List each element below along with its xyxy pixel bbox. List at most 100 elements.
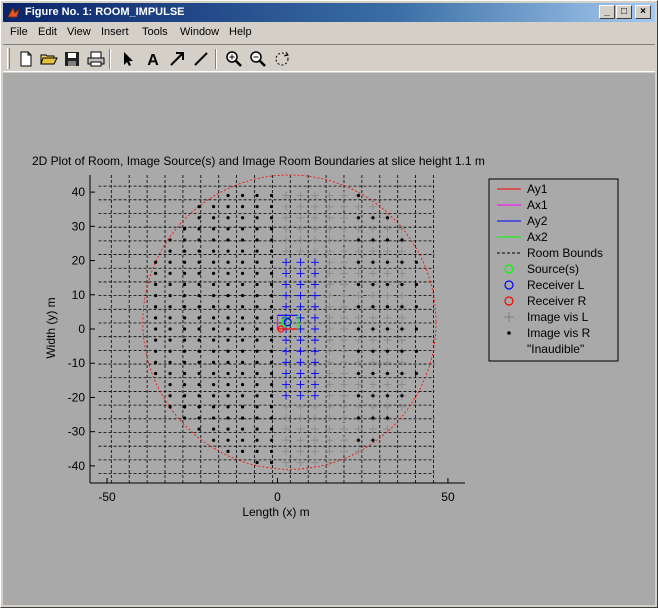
image-vis-r-marker	[197, 249, 201, 253]
image-vis-r-marker	[255, 438, 259, 442]
image-vis-r-marker	[197, 394, 201, 398]
image-vis-r-marker	[211, 282, 216, 287]
image-vis-r-marker	[255, 305, 259, 309]
image-vis-r-marker	[400, 260, 404, 264]
image-vis-r-marker	[183, 227, 187, 231]
figure-canvas: 2D Plot of Room, Image Source(s) and Ima…	[3, 73, 655, 605]
image-vis-r-marker	[255, 271, 259, 275]
image-vis-r-marker	[414, 371, 419, 376]
image-vis-r-marker	[211, 227, 216, 231]
image-vis-r-marker	[269, 449, 274, 453]
image-vis-r-marker	[255, 327, 259, 331]
image-vis-r-marker	[226, 238, 230, 242]
zoom-out-icon[interactable]	[248, 49, 268, 69]
image-vis-r-marker	[356, 416, 361, 420]
open-folder-icon[interactable]	[39, 49, 59, 69]
toolbar-separator	[109, 49, 111, 69]
image-vis-r-marker	[226, 394, 230, 398]
image-vis-r-marker	[226, 316, 230, 320]
maximize-button[interactable]: □	[616, 5, 632, 19]
image-vis-r-marker	[154, 316, 158, 320]
new-file-icon[interactable]	[16, 49, 36, 69]
menu-edit[interactable]: Edit	[38, 26, 57, 38]
image-vis-r-marker	[255, 227, 259, 231]
close-button[interactable]: ×	[635, 5, 651, 19]
minimize-button[interactable]: _	[599, 5, 615, 19]
menu-file[interactable]: File	[10, 26, 28, 38]
image-vis-r-marker	[269, 205, 274, 209]
zoom-in-icon[interactable]	[224, 49, 244, 69]
save-disk-icon[interactable]	[62, 49, 82, 69]
image-vis-r-marker	[168, 360, 172, 364]
legend-label: Ax1	[527, 198, 548, 212]
image-vis-r-marker	[183, 416, 187, 420]
image-vis-r-marker	[255, 238, 259, 242]
image-vis-r-marker	[240, 260, 245, 264]
image-vis-r-marker	[240, 327, 245, 331]
image-vis-r-marker	[356, 238, 361, 242]
axes: -50 0 50 -40 -30 -20 -10 0 10 20 30 40	[68, 174, 465, 504]
rotate-icon[interactable]	[272, 49, 292, 69]
image-vis-r-marker	[400, 394, 404, 398]
menu-tools[interactable]: Tools	[142, 26, 168, 38]
menu-window[interactable]: Window	[180, 26, 219, 38]
image-vis-r-marker	[269, 260, 274, 264]
image-vis-r-marker	[400, 238, 404, 242]
menu-insert[interactable]: Insert	[101, 26, 129, 38]
image-vis-r-marker	[400, 371, 404, 376]
image-vis-r-marker	[168, 238, 172, 242]
image-vis-r-marker	[197, 316, 201, 320]
image-vis-r-marker	[226, 349, 230, 353]
toolbar-grip[interactable]	[7, 48, 10, 69]
image-vis-r-marker	[226, 305, 230, 309]
image-vis-r-marker	[197, 271, 201, 275]
image-vis-r-marker	[211, 427, 216, 431]
image-vis-r-marker	[211, 360, 216, 364]
image-vis-r-marker	[240, 294, 245, 298]
select-arrow-icon[interactable]	[118, 49, 138, 69]
image-vis-r-marker	[240, 360, 245, 364]
image-vis-r-marker	[226, 294, 230, 298]
image-vis-r-marker	[211, 416, 216, 420]
insert-line-icon[interactable]	[191, 49, 211, 69]
image-vis-r-marker	[197, 427, 201, 431]
legend-label: Image vis L	[527, 310, 589, 324]
insert-text-icon[interactable]: A	[143, 49, 163, 69]
image-vis-r-marker	[269, 460, 274, 465]
toolbar: A	[3, 44, 655, 72]
toolbar-separator	[215, 49, 217, 69]
image-vis-r-marker	[240, 349, 245, 353]
x-tick-label: 0	[274, 490, 281, 504]
image-vis-r-marker	[371, 371, 375, 376]
image-vis-r-marker	[154, 360, 158, 364]
y-tick-label: 10	[72, 288, 86, 302]
image-vis-r-marker	[183, 371, 187, 376]
insert-arrow-icon[interactable]	[167, 49, 187, 69]
image-vis-r-marker	[240, 305, 245, 309]
image-vis-r-marker	[211, 316, 216, 320]
image-vis-r-marker	[154, 271, 158, 275]
image-vis-r-marker	[168, 271, 172, 275]
legend-label: Source(s)	[527, 262, 579, 276]
image-vis-r-marker	[226, 338, 230, 342]
image-vis-r-marker	[168, 371, 172, 376]
chart-title: 2D Plot of Room, Image Source(s) and Ima…	[32, 154, 485, 168]
image-vis-r-marker	[414, 349, 419, 353]
image-vis-r-marker	[255, 282, 259, 287]
legend-label: Image vis R	[527, 326, 591, 340]
image-vis-r-marker	[211, 205, 216, 209]
image-vis-r-marker	[226, 193, 230, 198]
title-bar[interactable]: Figure No. 1: ROOM_IMPULSE _ □ ×	[3, 3, 655, 22]
print-icon[interactable]	[86, 49, 106, 69]
image-vis-r-marker	[385, 260, 390, 264]
image-vis-r-marker	[183, 405, 187, 409]
image-vis-r-marker	[356, 193, 361, 198]
image-vis-r-marker	[255, 460, 259, 465]
image-vis-r-marker	[226, 282, 230, 287]
window-title: Figure No. 1: ROOM_IMPULSE	[25, 6, 185, 18]
menu-view[interactable]: View	[67, 26, 91, 38]
image-vis-r-marker	[211, 260, 216, 264]
image-vis-r-marker	[154, 338, 158, 342]
image-vis-r-marker	[240, 449, 245, 453]
menu-help[interactable]: Help	[229, 26, 252, 38]
